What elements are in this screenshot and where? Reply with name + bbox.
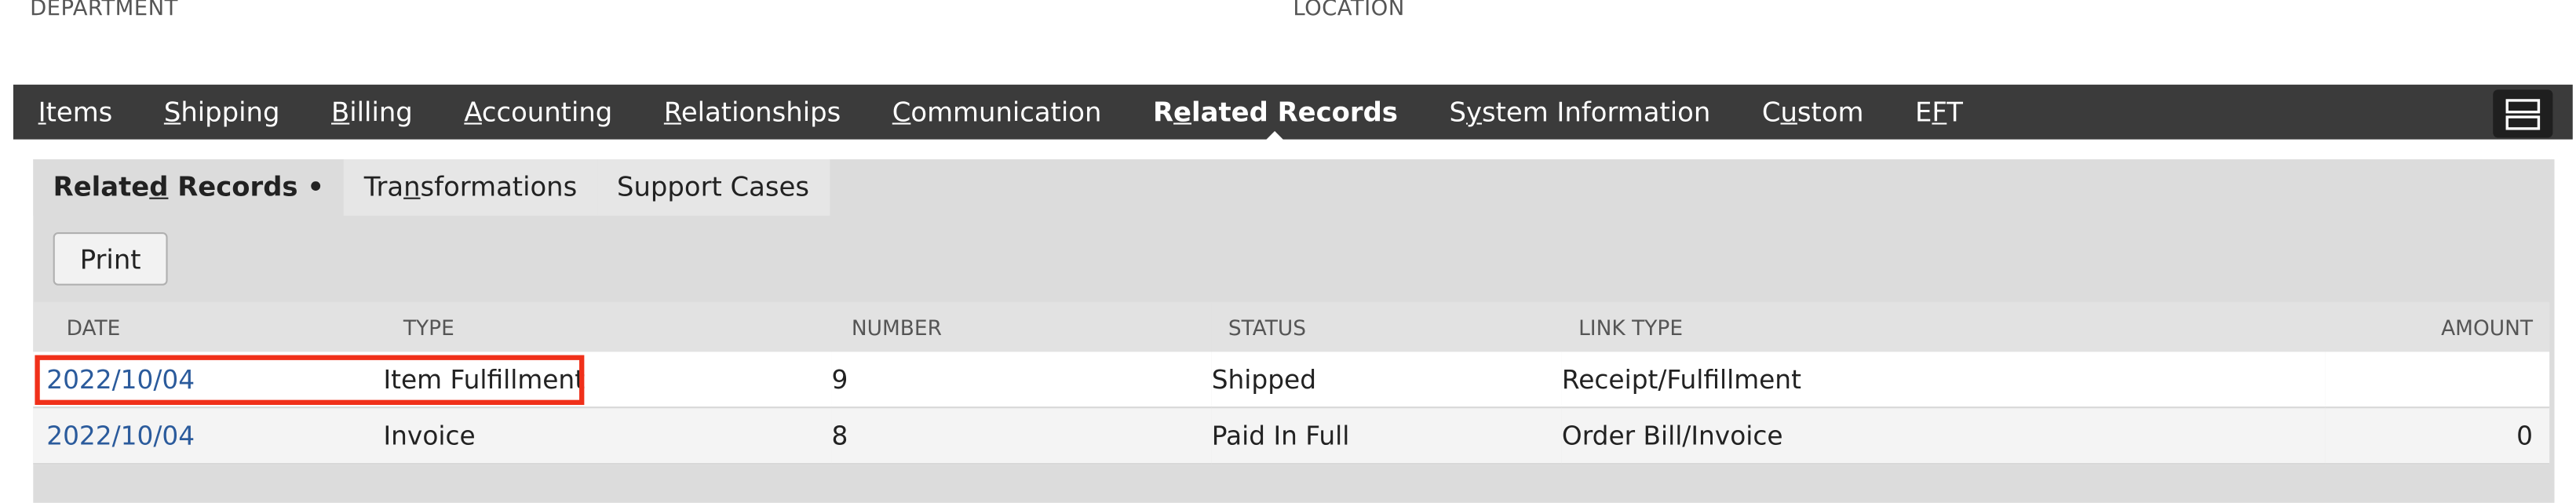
page-root: DEPARTMENT LOCATION Items Shipping Billi… (0, 0, 2576, 503)
column-header-number[interactable]: NUMBER (831, 301, 1212, 352)
tab-shipping[interactable]: Shipping (137, 85, 305, 140)
layout-toggle-button[interactable] (2493, 89, 2553, 138)
record-link-type: Receipt/Fulfillment (1561, 352, 2326, 409)
subtab-transformations[interactable]: Transformations (344, 159, 597, 216)
related-records-panel: Related Records • Transformations Suppor… (33, 159, 2555, 503)
layout-toggle-icon (2505, 98, 2541, 129)
column-header-status[interactable]: STATUS (1211, 301, 1562, 352)
subtab-support-cases[interactable]: Support Cases (597, 159, 830, 216)
record-type: Item Fulfillment (383, 352, 832, 409)
record-number: 8 (831, 407, 1212, 465)
table-header-row: DATE TYPE NUMBER STATUS LINK TYPE AMOUNT (33, 301, 2550, 352)
tab-eft[interactable]: EFT (1888, 85, 1987, 140)
subtab-related-records[interactable]: Related Records • (33, 159, 345, 216)
tab-relationships[interactable]: Relationships (637, 85, 866, 140)
related-records-table: DATE TYPE NUMBER STATUS LINK TYPE AMOUNT… (33, 301, 2550, 465)
location-field-label: LOCATION (1293, 0, 1405, 22)
tab-billing[interactable]: Billing (305, 85, 437, 140)
tab-accounting[interactable]: Accounting (437, 85, 637, 140)
table-row: 2022/10/04 Invoice 8 Paid In Full Order … (33, 407, 2550, 465)
sub-tab-bar: Related Records • Transformations Suppor… (33, 159, 830, 216)
record-amount: 0 (2325, 407, 2550, 465)
record-status: Paid In Full (1211, 407, 1562, 465)
column-header-amount[interactable]: AMOUNT (2325, 301, 2550, 352)
print-button[interactable]: Print (53, 232, 168, 286)
main-tab-bar: Items Shipping Billing Accounting Relati… (13, 84, 2573, 141)
tab-system-information[interactable]: System Information (1423, 85, 1735, 140)
record-type: Invoice (383, 407, 832, 465)
tab-related-records[interactable]: Related Records (1126, 85, 1423, 141)
tab-items[interactable]: Items (13, 85, 137, 140)
record-amount (2325, 352, 2550, 409)
column-header-type[interactable]: TYPE (383, 301, 832, 352)
tab-custom[interactable]: Custom (1735, 85, 1888, 140)
record-date-link[interactable]: 2022/10/04 (46, 421, 195, 450)
record-number: 9 (831, 352, 1212, 409)
department-field-label: DEPARTMENT (30, 0, 178, 22)
table-row: 2022/10/04 Item Fulfillment 9 Shipped Re… (33, 352, 2550, 409)
record-status: Shipped (1211, 352, 1562, 409)
record-date-link[interactable]: 2022/10/04 (46, 364, 195, 394)
record-link-type: Order Bill/Invoice (1561, 407, 2326, 465)
tab-communication[interactable]: Communication (866, 85, 1126, 140)
column-header-link-type[interactable]: LINK TYPE (1561, 301, 2326, 352)
column-header-date[interactable]: DATE (33, 301, 384, 352)
